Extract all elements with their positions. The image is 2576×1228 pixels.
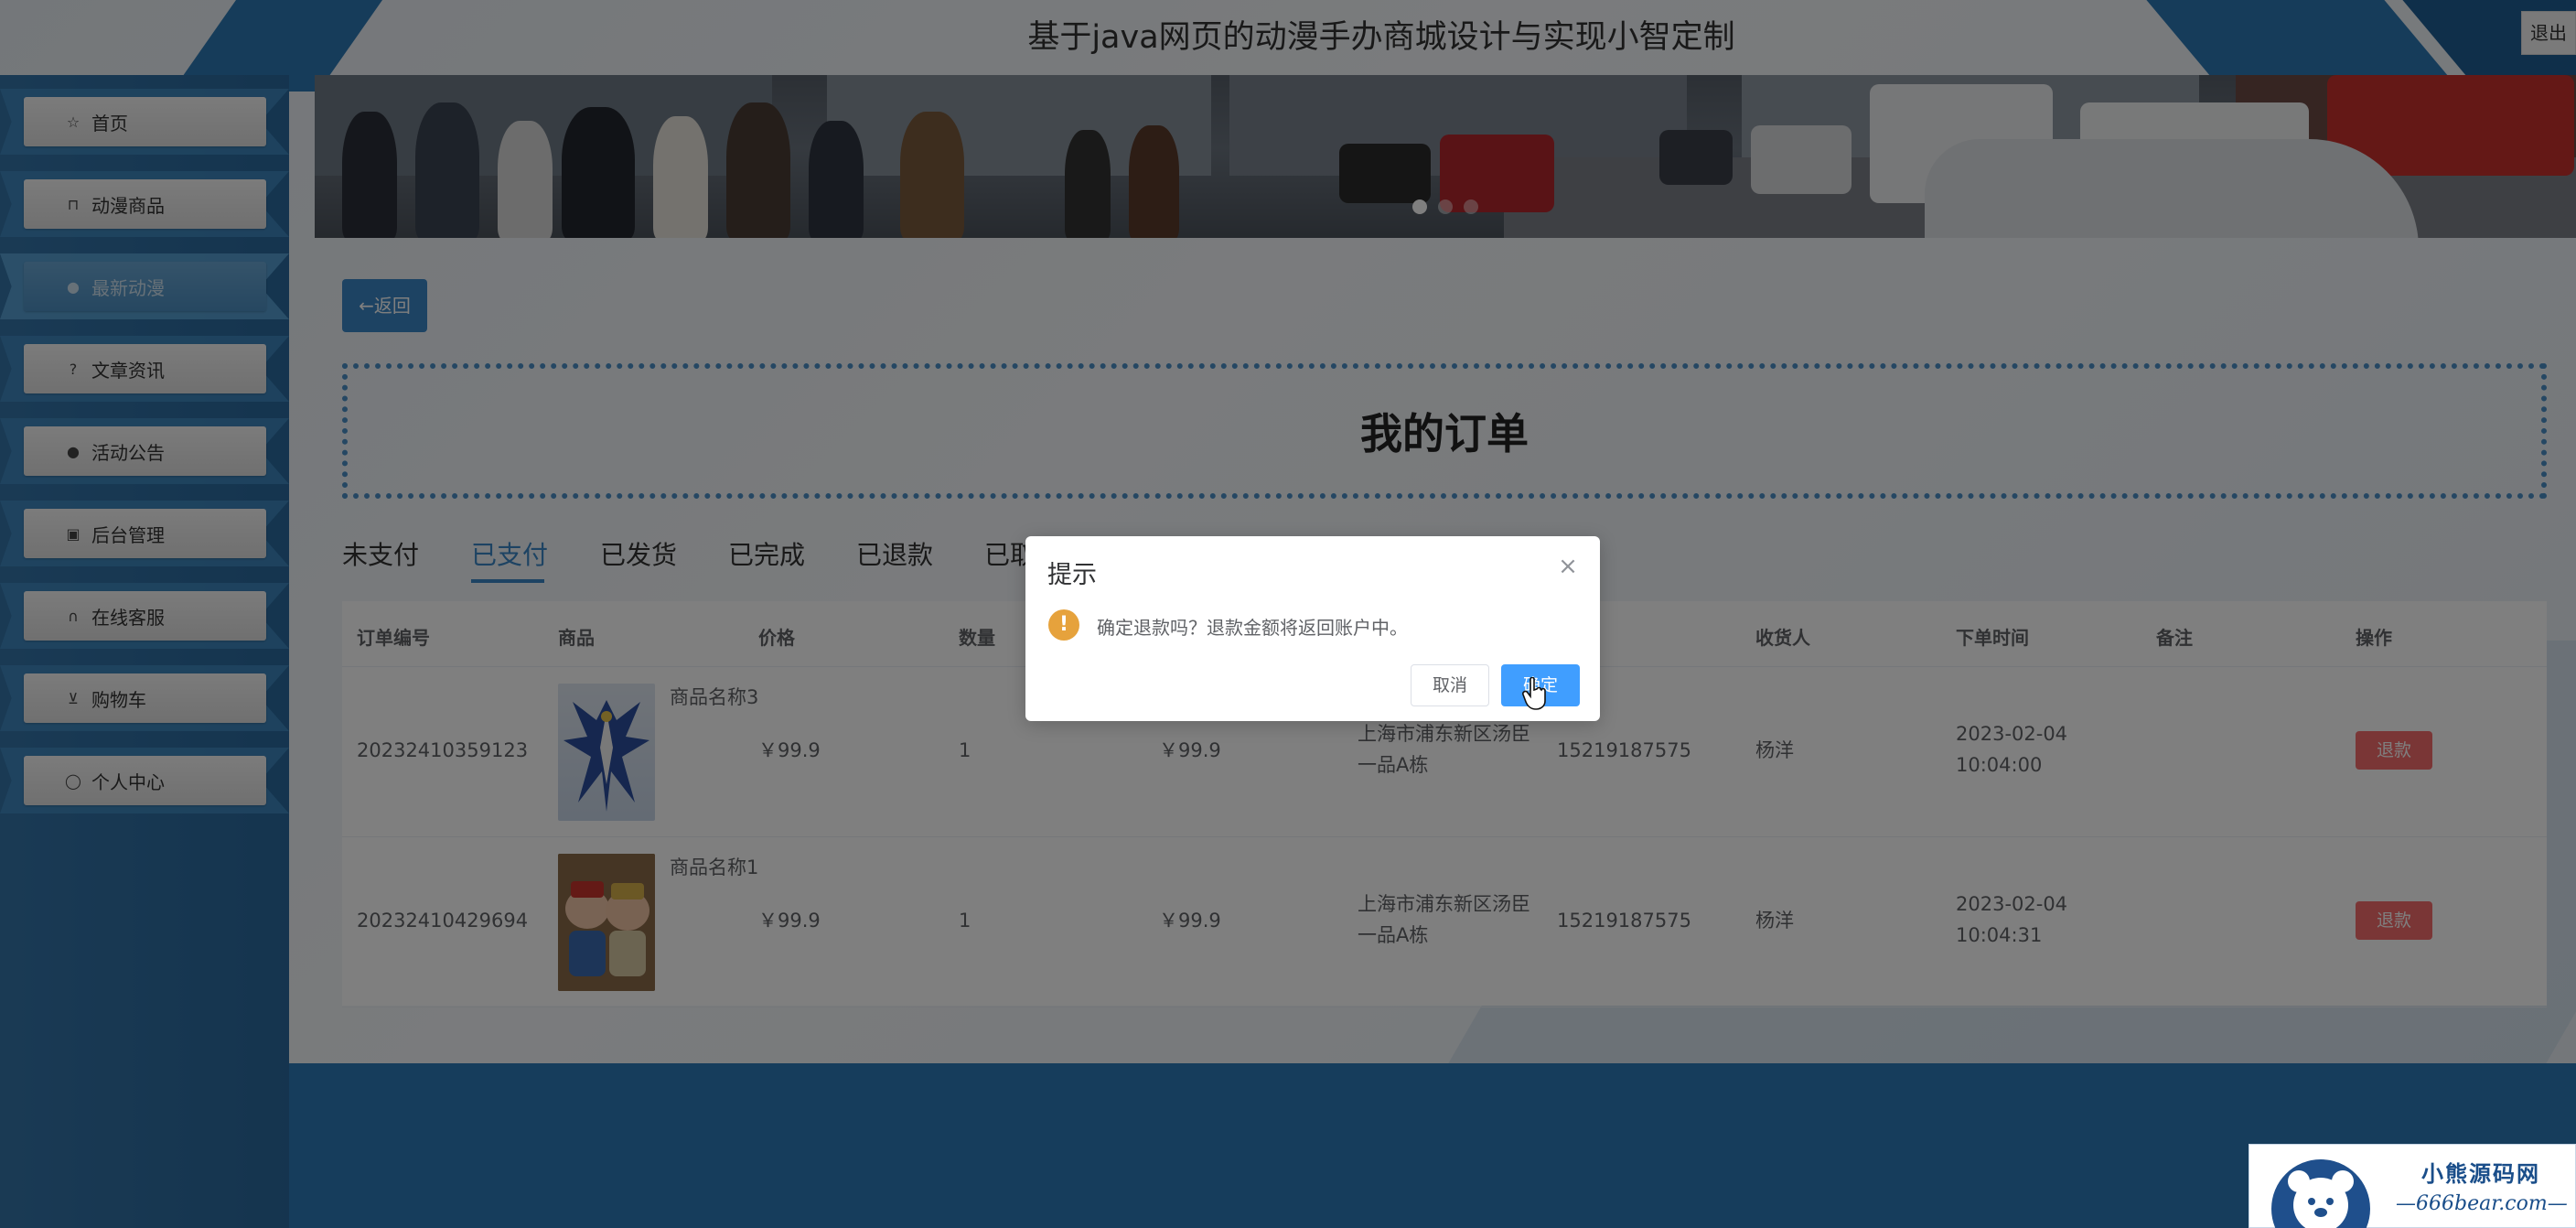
dialog-message: 确定退款吗？退款金额将返回账户中。 <box>1097 617 1408 639</box>
cancel-button[interactable]: 取消 <box>1411 664 1489 706</box>
bear-logo-icon <box>2271 1159 2370 1228</box>
warning-icon: ! <box>1048 609 1079 641</box>
close-icon[interactable]: × <box>1554 553 1582 580</box>
dialog-title: 提示 <box>1047 561 1097 589</box>
hand-cursor-icon <box>1522 677 1546 710</box>
watermark-logo: 小熊源码网 —666bear.com— <box>2249 1144 2576 1228</box>
watermark-url: —666bear.com— <box>2396 1192 2568 1215</box>
watermark-title: 小熊源码网 <box>2421 1160 2540 1187</box>
confirm-dialog: 提示 × ! 确定退款吗？退款金额将返回账户中。 取消 确定 <box>1025 536 1600 721</box>
